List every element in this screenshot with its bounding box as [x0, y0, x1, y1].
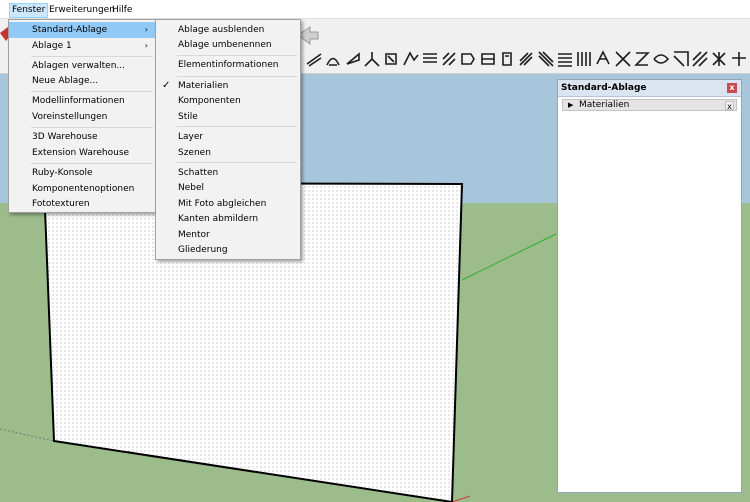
submenu-item-mentor[interactable]: Mentor — [156, 227, 300, 243]
menu-item-fototexturen[interactable]: Fototexturen — [9, 196, 156, 212]
pattern-icon[interactable] — [710, 50, 728, 68]
menu-item-ablage-1[interactable]: Ablage 1 › — [9, 38, 156, 54]
menu-separator — [177, 76, 297, 77]
standard-ablage-submenu: Ablage ausblenden Ablage umbenennen Elem… — [155, 19, 301, 260]
submenu-item-nebel[interactable]: Nebel — [156, 180, 300, 196]
pattern-icon[interactable] — [556, 50, 574, 68]
sandbox-from-scratch-icon[interactable] — [421, 50, 439, 68]
section-close-icon[interactable]: x — [725, 101, 734, 111]
menu-item-ablagen-verwalten[interactable]: Ablagen verwalten... — [9, 58, 156, 74]
menu-item-modellinformationen[interactable]: Modellinformationen — [9, 93, 156, 109]
tray-panel: Standard-Ablage x ▶ Materialien x — [557, 79, 742, 493]
submenu-item-layer[interactable]: Layer — [156, 129, 300, 145]
extrude-icon[interactable] — [537, 50, 555, 68]
submenu-item-stile[interactable]: Stile — [156, 109, 300, 125]
menu-item-3d-warehouse[interactable]: 3D Warehouse — [9, 129, 156, 145]
menu-item-komponentenoptionen[interactable]: Komponentenoptionen — [9, 181, 156, 197]
pattern-icon[interactable] — [730, 50, 748, 68]
stamp-icon[interactable] — [459, 50, 477, 68]
tray-close-icon[interactable]: x — [727, 83, 737, 93]
checkmark-icon: ✓ — [162, 80, 171, 91]
drape-icon[interactable] — [479, 50, 497, 68]
menu-item-extension-warehouse[interactable]: Extension Warehouse — [9, 145, 156, 161]
pattern-icon[interactable] — [614, 50, 632, 68]
menu-item-voreinstellungen[interactable]: Voreinstellungen — [9, 109, 156, 125]
menu-separator — [31, 91, 153, 92]
submenu-item-ablage-umbenennen[interactable]: Ablage umbenennen — [156, 37, 300, 53]
submenu-item-materialien[interactable]: ✓ Materialien — [156, 78, 300, 94]
smoove-icon[interactable] — [440, 50, 458, 68]
submenu-item-gliederung[interactable]: Gliederung — [156, 242, 300, 258]
fenster-menu: Standard-Ablage › Ablage 1 › Ablagen ver… — [8, 19, 157, 213]
menu-separator — [177, 55, 297, 56]
submenu-item-elementinformationen[interactable]: Elementinformationen — [156, 57, 300, 73]
sandbox-from-contours-icon[interactable] — [402, 50, 420, 68]
tray-title: Standard-Ablage — [561, 83, 647, 93]
text-icon[interactable] — [344, 50, 362, 68]
pattern-icon[interactable] — [575, 50, 593, 68]
menubar: Fenster Erweiterungen Hilfe — [0, 0, 750, 19]
pattern-icon[interactable] — [672, 50, 690, 68]
submenu-item-schatten[interactable]: Schatten — [156, 165, 300, 181]
submenu-item-ablage-ausblenden[interactable]: Ablage ausblenden — [156, 22, 300, 38]
expand-triangle-icon[interactable]: ▶ — [568, 100, 573, 111]
submenu-item-mit-foto-abgleichen[interactable]: Mit Foto abgleichen — [156, 196, 300, 212]
submenu-item-kanten-abmildern[interactable]: Kanten abmildern — [156, 211, 300, 227]
submenu-arrow-icon: › — [144, 41, 148, 50]
menu-erweiterungen[interactable]: Erweiterungen — [47, 3, 117, 18]
menu-separator — [31, 127, 153, 128]
submenu-item-komponenten[interactable]: Komponenten — [156, 93, 300, 109]
add-detail-icon[interactable] — [498, 50, 516, 68]
tray-section-label: Materialien — [579, 100, 630, 110]
dimension-icon[interactable] — [305, 50, 323, 68]
axes-icon[interactable] — [363, 50, 381, 68]
menu-hilfe[interactable]: Hilfe — [110, 3, 134, 18]
submenu-item-szenen[interactable]: Szenen — [156, 145, 300, 161]
tray-section-materialien[interactable]: ▶ Materialien x — [562, 99, 737, 111]
menu-item-neue-ablage[interactable]: Neue Ablage... — [9, 73, 156, 89]
submenu-arrow-icon: › — [144, 25, 148, 34]
menu-item-ruby-konsole[interactable]: Ruby-Konsole — [9, 165, 156, 181]
pattern-icon[interactable] — [633, 50, 651, 68]
tray-titlebar: Standard-Ablage x — [558, 80, 741, 97]
flip-edge-icon[interactable] — [517, 50, 535, 68]
pattern-icon[interactable] — [691, 50, 709, 68]
menu-fenster[interactable]: Fenster — [9, 3, 49, 18]
menu-separator — [177, 126, 297, 127]
section-plane-icon[interactable] — [382, 50, 400, 68]
pattern-icon[interactable] — [595, 50, 613, 68]
menu-separator — [177, 162, 297, 163]
pattern-icon[interactable] — [652, 50, 670, 68]
menu-separator — [31, 56, 153, 57]
menu-item-standard-ablage[interactable]: Standard-Ablage › — [9, 22, 156, 38]
protractor-icon[interactable] — [324, 50, 342, 68]
menu-separator — [31, 163, 153, 164]
